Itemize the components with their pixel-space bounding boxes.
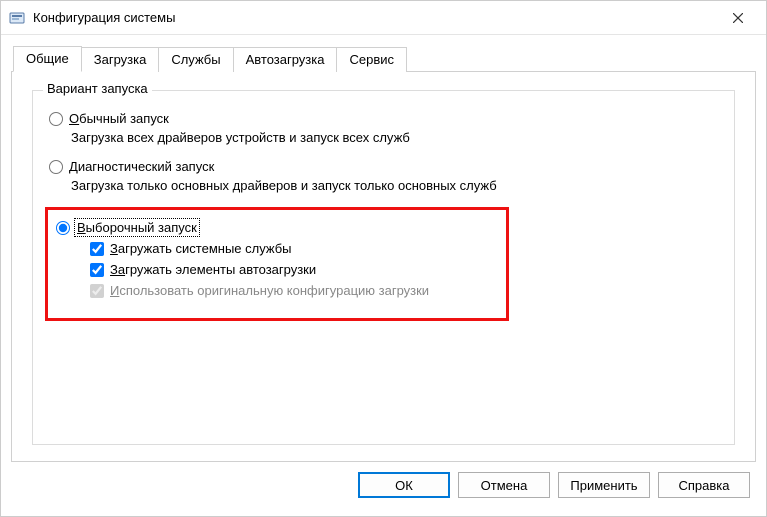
dialog-buttons: ОК Отмена Применить Справка (11, 462, 756, 506)
normal-startup-desc: Загрузка всех драйверов устройств и запу… (71, 130, 724, 145)
load-system-services-checkbox[interactable] (90, 242, 104, 256)
group-legend: Вариант запуска (43, 81, 152, 96)
tab-strip: Общие Загрузка Службы Автозагрузка Серви… (13, 45, 756, 71)
dialog-body: Общие Загрузка Службы Автозагрузка Серви… (1, 35, 766, 516)
selective-highlight: Выборочный запуск Загружать системные сл… (45, 207, 509, 321)
ok-button[interactable]: ОК (358, 472, 450, 498)
selective-startup-radio[interactable] (56, 221, 70, 235)
tab-general[interactable]: Общие (13, 46, 82, 72)
selective-startup-label[interactable]: Выборочный запуск (76, 220, 198, 235)
load-startup-items-checkbox[interactable] (90, 263, 104, 277)
close-button[interactable] (716, 4, 760, 32)
tab-tools[interactable]: Сервис (336, 47, 407, 72)
window-title: Конфигурация системы (33, 10, 716, 25)
apply-button[interactable]: Применить (558, 472, 650, 498)
load-system-services-label[interactable]: Загружать системные службы (110, 241, 292, 256)
use-original-boot-cfg-checkbox (90, 284, 104, 298)
load-system-services-row: Загружать системные службы (90, 241, 496, 256)
normal-startup-label[interactable]: Обычный запуск (69, 111, 169, 126)
normal-startup-block: Обычный запуск Загрузка всех драйверов у… (49, 111, 724, 145)
tab-services[interactable]: Службы (158, 47, 233, 72)
use-original-boot-cfg-row: Использовать оригинальную конфигурацию з… (90, 283, 496, 298)
load-startup-items-row: Загружать элементы автозагрузки (90, 262, 496, 277)
close-icon (733, 13, 743, 23)
msconfig-window: Конфигурация системы Общие Загрузка Служ… (0, 0, 767, 517)
use-original-boot-cfg-label: Использовать оригинальную конфигурацию з… (110, 283, 429, 298)
diagnostic-startup-desc: Загрузка только основных драйверов и зап… (71, 178, 724, 193)
diagnostic-startup-label[interactable]: Диагностический запуск (69, 159, 214, 174)
titlebar: Конфигурация системы (1, 1, 766, 35)
tab-panel-general: Вариант запуска Обычный запуск Загрузка … (11, 71, 756, 462)
app-icon (9, 10, 25, 26)
diagnostic-startup-radio[interactable] (49, 160, 63, 174)
tab-boot[interactable]: Загрузка (81, 47, 160, 72)
normal-startup-radio[interactable] (49, 112, 63, 126)
startup-selection-group: Вариант запуска Обычный запуск Загрузка … (32, 90, 735, 445)
tab-startup[interactable]: Автозагрузка (233, 47, 338, 72)
help-button[interactable]: Справка (658, 472, 750, 498)
diagnostic-startup-block: Диагностический запуск Загрузка только о… (49, 159, 724, 193)
cancel-button[interactable]: Отмена (458, 472, 550, 498)
load-startup-items-label[interactable]: Загружать элементы автозагрузки (110, 262, 316, 277)
